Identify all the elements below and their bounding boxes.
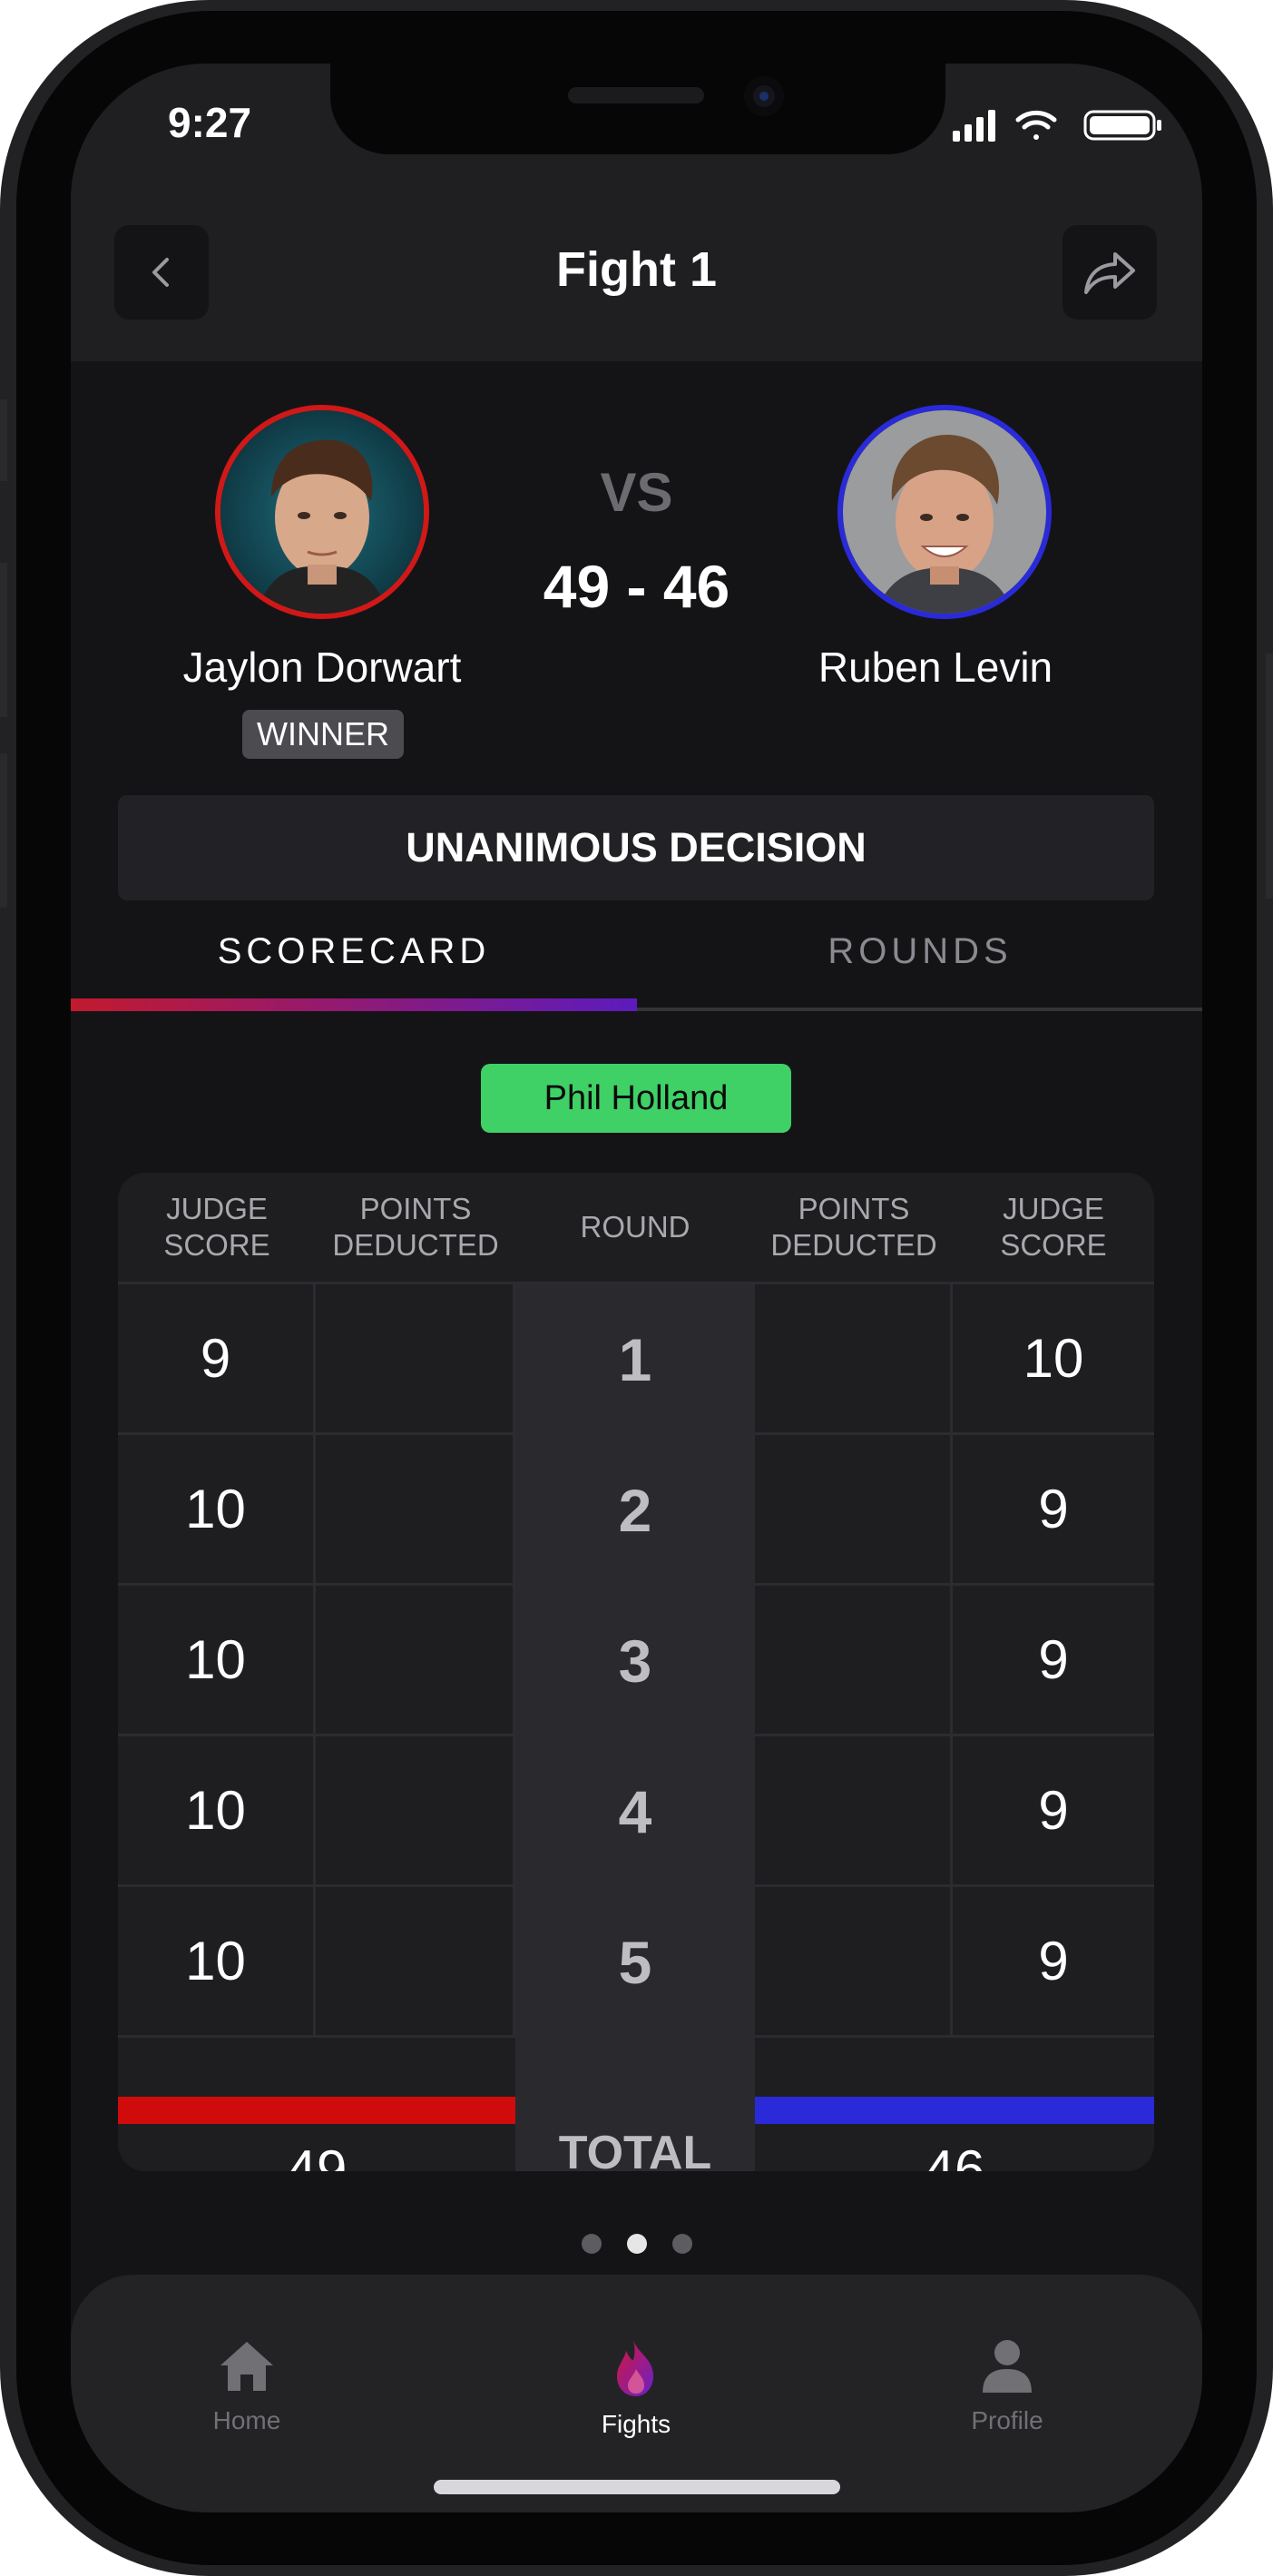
left-score-cell: 10 [118, 1586, 316, 1736]
header-right-points-deducted: POINTS DEDUCTED [770, 1192, 937, 1262]
round-number: 1 [618, 1326, 652, 1393]
right-score-cell: 10 [953, 1284, 1154, 1435]
right-score-cell: 9 [953, 1435, 1154, 1586]
fight-score: 49 - 46 [543, 553, 730, 620]
right-fighter-color-bar [755, 2097, 1154, 2124]
left-fighter-color-bar [118, 2097, 515, 2124]
left-score-cell: 10 [118, 1736, 316, 1887]
left-deducted-cell [316, 1736, 515, 1887]
power-button [1266, 654, 1273, 899]
share-button[interactable] [1062, 225, 1157, 320]
nav-fights[interactable]: Fights [545, 2338, 727, 2439]
left-deducted-cell [316, 1435, 515, 1586]
left-score-cell: 10 [118, 1887, 316, 2038]
status-time: 9:27 [168, 99, 252, 146]
right-deducted-cell [755, 1887, 953, 2038]
earpiece-speaker [568, 87, 704, 103]
home-indicator[interactable] [434, 2480, 840, 2494]
round-number: 2 [618, 1477, 652, 1544]
tab-scorecard[interactable]: SCORECARD [71, 931, 637, 972]
right-deducted-cell [755, 1284, 953, 1435]
decision-banner: UNANIMOUS DECISION [118, 795, 1154, 900]
total-label: TOTAL [558, 2127, 712, 2171]
left-deducted-cell [316, 1284, 515, 1435]
left-score-cell: 9 [118, 1284, 316, 1435]
header-right-judge-score: JUDGE SCORE [1000, 1192, 1107, 1262]
winner-badge: WINNER [242, 710, 404, 759]
right-deducted-cell [755, 1736, 953, 1887]
home-icon [220, 2342, 273, 2391]
page-dot[interactable] [581, 2234, 602, 2254]
round-number: 5 [618, 1929, 652, 1996]
right-deducted-cell [755, 1435, 953, 1586]
phone-frame: Fight 1 9:27 VS 49 - 46 Jaylon Dorwart W… [0, 0, 1273, 2576]
page-title: Fight 1 [556, 242, 717, 297]
right-score-cell: 9 [953, 1586, 1154, 1736]
wifi-icon [1015, 110, 1057, 140]
vs-label: VS [600, 462, 673, 523]
nav-profile[interactable]: Profile [916, 2338, 1098, 2435]
round-number: 3 [618, 1627, 652, 1695]
left-total: 49 [286, 2138, 348, 2172]
judge-selector[interactable]: Phil Holland [481, 1064, 791, 1133]
scorecard-table: JUDGE SCORE POINTS DEDUCTED ROUND POINTS DE… [118, 1173, 1154, 2171]
battery-icon [1083, 110, 1161, 141]
right-score-cell: 9 [953, 1887, 1154, 2038]
nav-profile-label: Profile [971, 2406, 1043, 2434]
page-dot[interactable] [671, 2234, 692, 2254]
tab-rounds[interactable]: ROUNDS [637, 931, 1202, 972]
mute-switch [0, 399, 7, 481]
round-number: 4 [618, 1778, 652, 1845]
bottom-nav: Home Fights Profile [71, 2275, 1202, 2512]
share-arrow-icon [1084, 252, 1135, 294]
nav-home-label: Home [212, 2406, 281, 2434]
right-score-cell: 9 [953, 1736, 1154, 1887]
right-deducted-cell [755, 1586, 953, 1736]
right-total: 46 [924, 2138, 985, 2172]
status-icons [953, 110, 1161, 142]
left-deducted-cell [316, 1586, 515, 1736]
left-score-cell: 10 [118, 1435, 316, 1586]
signal-icon [953, 110, 995, 142]
header-left-judge-score: JUDGE SCORE [163, 1192, 270, 1262]
person-icon [983, 2340, 1032, 2393]
fighter-right-name: Ruben Levin [818, 644, 1053, 691]
volume-up-button [0, 563, 7, 717]
header-left-points-deducted: POINTS DEDUCTED [332, 1192, 499, 1262]
page-dot-active[interactable] [626, 2234, 647, 2254]
nav-home[interactable]: Home [156, 2338, 338, 2435]
flame-icon [617, 2340, 653, 2396]
active-tab-indicator [71, 998, 637, 1011]
volume-down-button [0, 753, 7, 908]
page-indicator [71, 2234, 1202, 2254]
screen: Fight 1 9:27 VS 49 - 46 Jaylon Dorwart W… [71, 64, 1202, 2512]
notch [330, 64, 945, 154]
front-camera [744, 76, 784, 116]
nav-fights-label: Fights [601, 2410, 671, 2438]
left-deducted-cell [316, 1887, 515, 2038]
header-round: ROUND [580, 1210, 690, 1244]
fighter-left-name: Jaylon Dorwart [182, 644, 462, 691]
